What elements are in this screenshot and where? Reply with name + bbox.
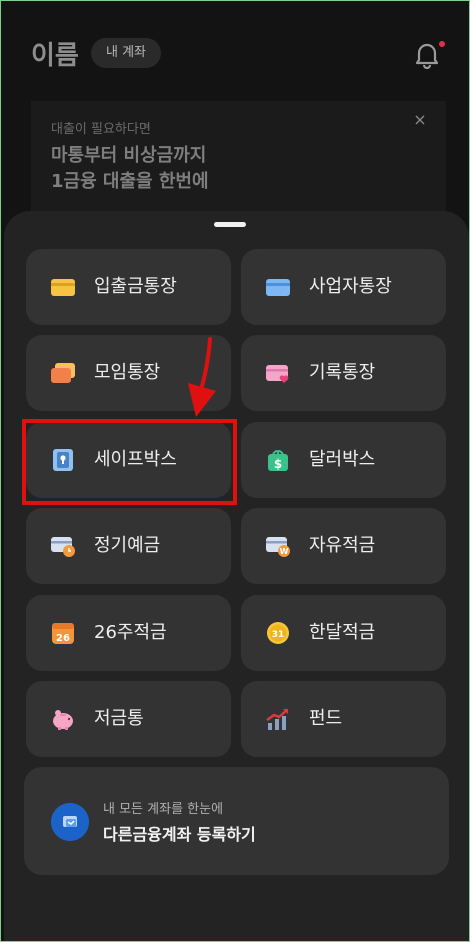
- tile-record-account[interactable]: 기록통장: [241, 335, 446, 411]
- tile-label: 저금통: [94, 708, 144, 729]
- banner-title-line-2: 1금융 대출을 한번에: [51, 171, 209, 192]
- dollar-gift-box-icon: $: [268, 450, 288, 471]
- tile-26-week-savings[interactable]: 26 26주적금: [26, 595, 231, 671]
- card-clock-icon: [51, 537, 75, 557]
- card-coin-icon: W: [266, 537, 290, 557]
- blue-card-icon: [266, 279, 290, 296]
- svg-text:31: 31: [272, 630, 285, 640]
- calendar-26-icon: 26: [52, 623, 74, 644]
- sheet-drag-handle[interactable]: [214, 222, 246, 227]
- tile-one-month-savings[interactable]: 31 한달적금: [241, 595, 446, 671]
- banner-title-line-1: 마통부터 비상금까지: [51, 145, 207, 166]
- linked-accounts-icon: [51, 803, 89, 841]
- svg-text:26: 26: [56, 633, 70, 644]
- tile-label: 기록통장: [309, 362, 376, 383]
- notification-dot: [439, 41, 445, 47]
- account-type-sheet: 입출금통장 사업자통장 모임통장 기록통장 세이프박스 $ 달러박스 정기예금 …: [4, 211, 469, 941]
- tile-label: 달러박스: [309, 449, 376, 470]
- register-other-accounts-button[interactable]: 내 모든 계좌를 한눈에 다른금융계좌 등록하기: [24, 767, 449, 875]
- banner-caption: 대출이 필요하다면: [51, 122, 151, 137]
- tile-label: 펀드: [309, 708, 343, 729]
- screen: 이름 내 계좌 대출이 필요하다면 마통부터 비상금까지 1금융 대출을 한번에…: [0, 0, 470, 942]
- coin-31-icon: 31: [267, 622, 289, 644]
- register-subtitle: 내 모든 계좌를 한눈에: [103, 802, 224, 817]
- pointer-arrow-icon: [188, 337, 216, 417]
- tile-label: 모임통장: [94, 362, 161, 383]
- tile-label: 입출금통장: [94, 276, 177, 297]
- tile-piggy-bank[interactable]: 저금통: [26, 681, 231, 757]
- highlight-box: [22, 419, 237, 505]
- user-name: 이름: [31, 41, 79, 71]
- tile-label: 한달적금: [309, 622, 376, 643]
- orange-cards-icon: [51, 363, 75, 383]
- tile-label: 자유적금: [309, 535, 376, 556]
- close-icon[interactable]: ×: [411, 111, 429, 129]
- svg-text:$: $: [274, 457, 282, 471]
- tile-business-account[interactable]: 사업자통장: [241, 249, 446, 325]
- header: 이름 내 계좌: [1, 1, 469, 101]
- my-account-button[interactable]: 내 계좌: [91, 38, 161, 68]
- growth-chart-icon: [266, 709, 288, 730]
- yellow-card-icon: [51, 279, 75, 296]
- tile-free-savings[interactable]: W 자유적금: [241, 508, 446, 584]
- tile-checking-account[interactable]: 입출금통장: [26, 249, 231, 325]
- piggy-bank-icon: [53, 710, 73, 730]
- svg-text:W: W: [280, 547, 289, 556]
- tile-fixed-deposit[interactable]: 정기예금: [26, 508, 231, 584]
- tile-label: 정기예금: [94, 535, 161, 556]
- banner-title: 마통부터 비상금까지 1금융 대출을 한번에: [51, 143, 209, 195]
- register-title: 다른금융계좌 등록하기: [103, 825, 256, 844]
- tile-label: 26주적금: [94, 622, 167, 643]
- tile-fund[interactable]: 펀드: [241, 681, 446, 757]
- bell-icon[interactable]: [414, 41, 440, 69]
- pink-card-heart-icon: [266, 365, 289, 383]
- tile-label: 사업자통장: [309, 276, 392, 297]
- loan-banner[interactable]: 대출이 필요하다면 마통부터 비상금까지 1금융 대출을 한번에 ×: [31, 101, 446, 216]
- tile-dollar-box[interactable]: $ 달러박스: [241, 422, 446, 498]
